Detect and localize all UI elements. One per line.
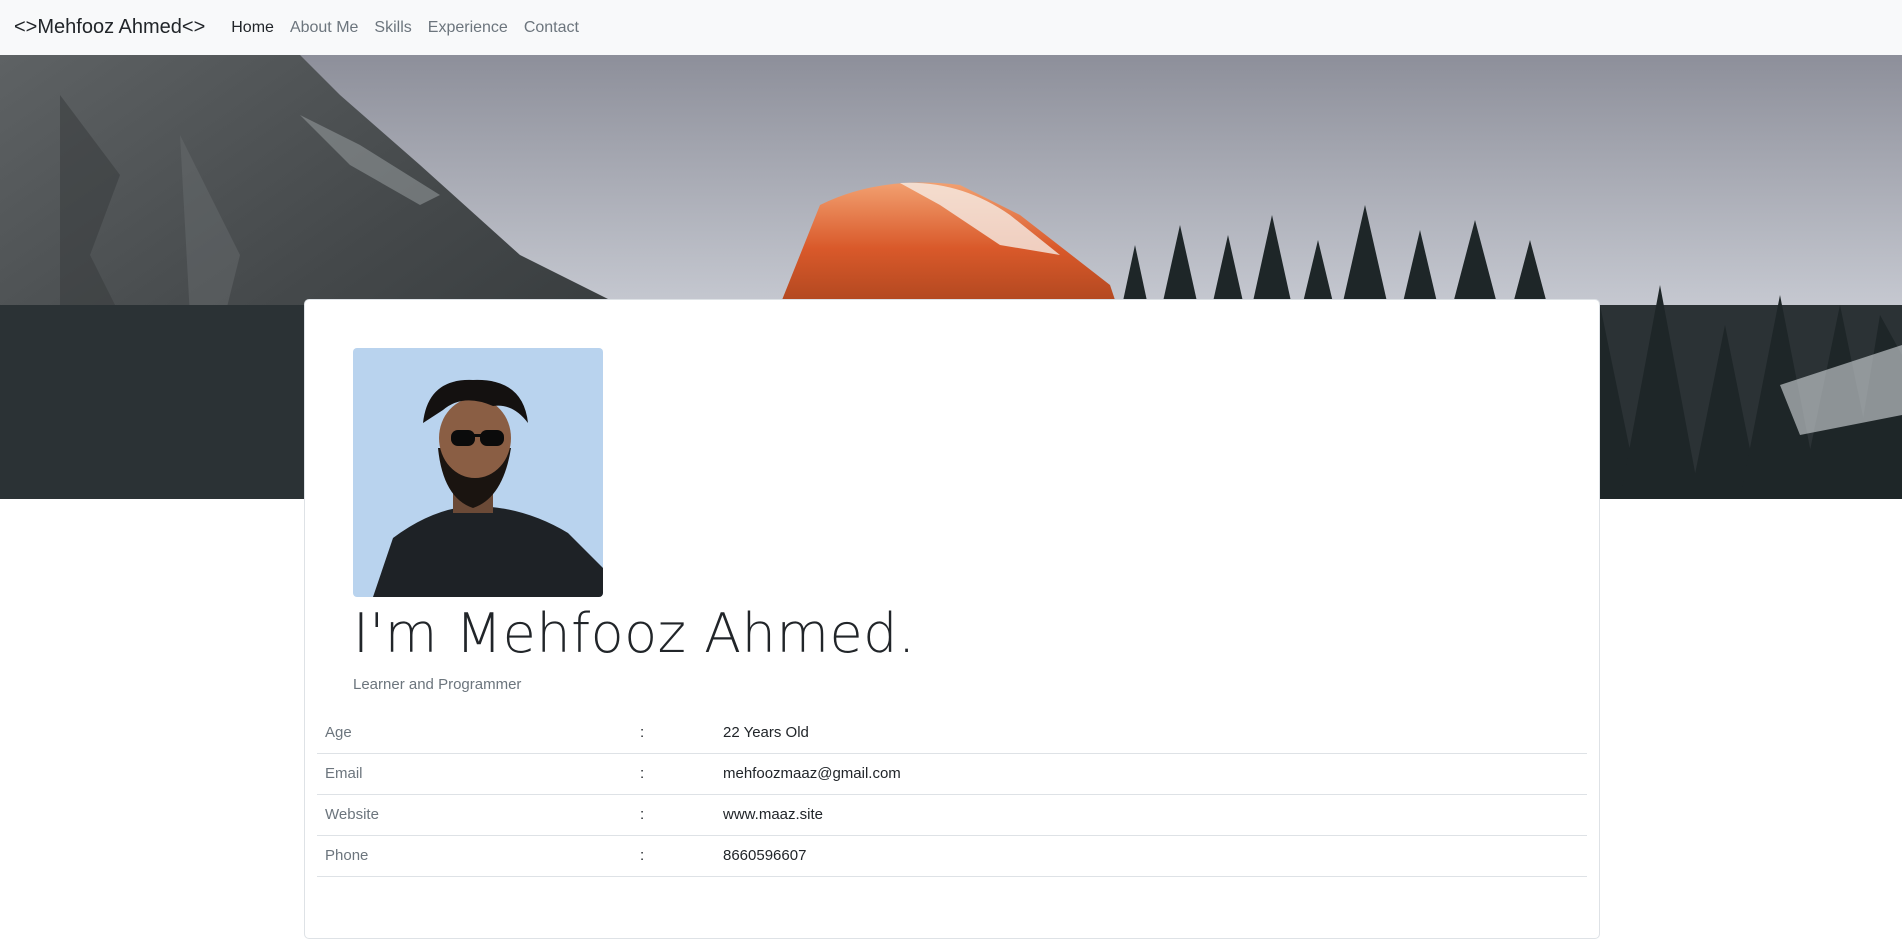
detail-row-website: Website : www.maaz.site [317,794,1587,835]
nav-links: Home About Me Skills Experience Contact [231,19,595,37]
detail-value: 8660596607 [723,847,807,864]
nav-link-home[interactable]: Home [231,19,274,37]
detail-value: 22 Years Old [723,723,809,741]
page-title: I'm Mehfooz Ahmed. [353,602,916,665]
nav-link-skills[interactable]: Skills [374,19,411,37]
detail-separator: : [640,806,645,823]
top-navbar: <>Mehfooz Ahmed<> Home About Me Skills E… [0,0,1902,55]
detail-separator: : [640,765,645,782]
detail-value: www.maaz.site [723,806,824,823]
detail-label: Phone [325,847,369,864]
nav-link-contact[interactable]: Contact [524,19,579,37]
profile-photo [353,348,603,597]
detail-label: Email [325,765,363,782]
detail-row-age: Age : 22 Years Old [317,712,1587,753]
nav-link-experience[interactable]: Experience [428,19,508,37]
nav-link-about-me[interactable]: About Me [290,19,358,37]
detail-row-phone: Phone : 8660596607 [317,835,1587,876]
detail-value: mehfoozmaaz@gmail.com [723,765,901,782]
profile-tagline: Learner and Programmer [353,676,522,693]
detail-label: Website [325,806,379,823]
detail-separator: : [640,723,645,741]
profile-details-table: Age : 22 Years Old Email : mehfoozmaaz@g… [317,712,1587,877]
brand-link[interactable]: <>Mehfooz Ahmed<> [14,16,205,39]
detail-label: Age [325,723,352,741]
profile-card: I'm Mehfooz Ahmed. Learner and Programme… [304,299,1600,939]
detail-row-email: Email : mehfoozmaaz@gmail.com [317,753,1587,794]
detail-separator: : [640,847,645,864]
